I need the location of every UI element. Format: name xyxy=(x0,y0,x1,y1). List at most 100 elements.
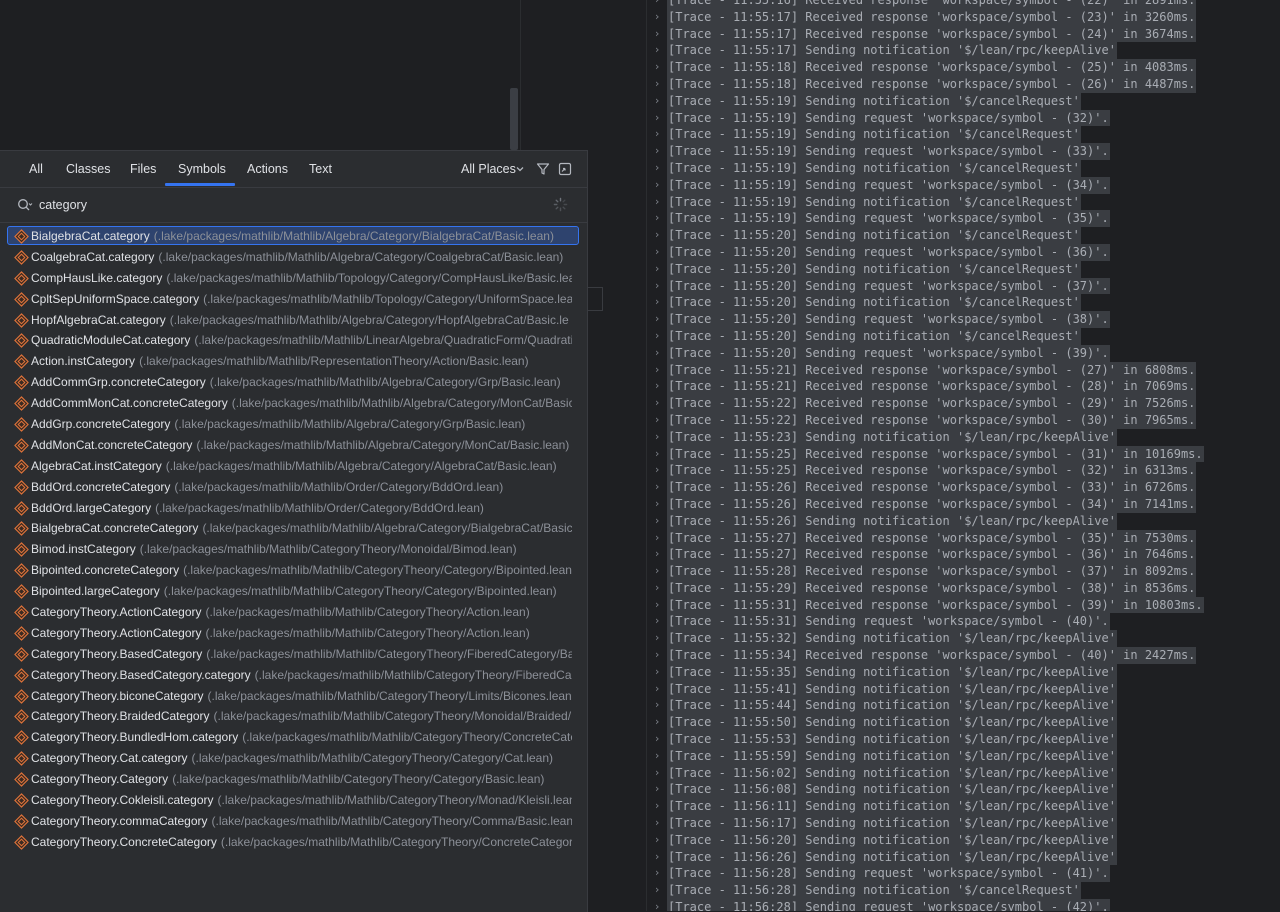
tab-all[interactable]: All xyxy=(29,151,43,187)
result-item[interactable]: CategoryTheory.commaCategory (.lake/packa… xyxy=(0,811,587,832)
result-item[interactable]: BddOrd.largeCategory (.lake/packages/math… xyxy=(0,498,587,519)
chevron-right-icon[interactable]: › xyxy=(647,42,667,59)
log-line[interactable]: ›[Trace - 11:55:16] Received response 'w… xyxy=(647,0,1204,9)
chevron-right-icon[interactable]: › xyxy=(647,832,667,849)
chevron-right-icon[interactable]: › xyxy=(647,328,667,345)
chevron-right-icon[interactable]: › xyxy=(647,110,667,127)
chevron-right-icon[interactable]: › xyxy=(647,731,667,748)
log-line[interactable]: › [Trace - 11:55:27] Received response 'w… xyxy=(647,529,1204,547)
log-line[interactable]: › [Trace - 11:55:25] Received response 'w… xyxy=(647,462,1204,480)
log-line[interactable]: › [Trace - 11:55:17] Received response 'w… xyxy=(647,8,1204,26)
filter-icon[interactable] xyxy=(536,162,550,176)
result-item[interactable]: CompHausLike.category (.lake/packages/mat… xyxy=(0,268,587,289)
log-line[interactable]: › [Trace - 11:55:19] Sending notification… xyxy=(647,159,1204,177)
log-line[interactable]: › [Trace - 11:55:18] Received response 'w… xyxy=(647,59,1204,76)
chevron-right-icon[interactable]: › xyxy=(647,446,667,463)
tab-actions[interactable]: Actions xyxy=(247,151,288,187)
chevron-right-icon[interactable]: › xyxy=(647,26,667,43)
result-item[interactable]: CpltSepUniformSpace.category (.lake/packa… xyxy=(0,289,587,310)
chevron-right-icon[interactable]: › xyxy=(647,412,667,429)
log-line[interactable]: › [Trace - 11:55:20] Sending notification… xyxy=(647,227,1204,244)
chevron-right-icon[interactable]: › xyxy=(647,647,667,664)
chevron-right-icon[interactable]: › xyxy=(647,781,667,798)
editor-scrollbar[interactable] xyxy=(510,88,518,150)
chevron-right-icon[interactable]: › xyxy=(647,798,667,815)
result-item[interactable]: CategoryTheory.Cokleisli.category (.lake/… xyxy=(0,790,587,811)
log-line[interactable]: › [Trace - 11:55:59] Sending notification… xyxy=(647,747,1204,765)
chevron-right-icon[interactable]: › xyxy=(647,630,667,647)
result-item[interactable]: AddCommMonCat.concreteCategory (.lake/pac… xyxy=(0,393,587,414)
log-line[interactable]: › [Trace - 11:55:27] Received response 'w… xyxy=(647,546,1204,564)
log-line[interactable]: › [Trace - 11:55:17] Received response 'w… xyxy=(647,25,1204,43)
log-line[interactable]: › [Trace - 11:55:44] Sending notification… xyxy=(647,697,1204,715)
chevron-right-icon[interactable]: › xyxy=(647,748,667,765)
chevron-right-icon[interactable]: › xyxy=(647,530,667,547)
scope-selector[interactable]: All Places xyxy=(461,151,516,187)
log-line[interactable]: › [Trace - 11:55:18] Received response 'w… xyxy=(647,75,1204,93)
result-item[interactable]: CoalgebraCat.category (.lake/packages/mat… xyxy=(0,247,587,268)
log-line[interactable]: › [Trace - 11:55:17] Sending notification… xyxy=(647,42,1204,60)
result-item[interactable]: CategoryTheory.Category (.lake/packages/m… xyxy=(0,769,587,790)
chevron-right-icon[interactable]: › xyxy=(647,513,667,530)
log-line[interactable]: › [Trace - 11:56:20] Sending notification… xyxy=(647,831,1204,849)
log-line[interactable]: › [Trace - 11:55:20] Sending request 'wor… xyxy=(647,311,1204,328)
chevron-right-icon[interactable]: › xyxy=(647,865,667,882)
chevron-right-icon[interactable]: › xyxy=(647,546,667,563)
chevron-down-icon[interactable] xyxy=(515,164,525,174)
log-line[interactable]: › [Trace - 11:55:31] Received response 'w… xyxy=(647,596,1204,614)
log-line[interactable]: › [Trace - 11:55:26] Received response 'w… xyxy=(647,479,1204,496)
log-line[interactable]: › [Trace - 11:55:19] Sending request 'wor… xyxy=(647,176,1204,194)
log-line[interactable]: › [Trace - 11:55:19] Sending request 'wor… xyxy=(647,109,1204,127)
tab-classes[interactable]: Classes xyxy=(66,151,110,187)
chevron-right-icon[interactable]: › xyxy=(647,882,667,899)
chevron-right-icon[interactable]: › xyxy=(647,429,667,446)
chevron-right-icon[interactable]: › xyxy=(647,345,667,362)
chevron-right-icon[interactable]: › xyxy=(647,395,667,412)
result-item[interactable]: CategoryTheory.Cat.category (.lake/packag… xyxy=(0,748,587,769)
chevron-right-icon[interactable]: › xyxy=(647,143,667,160)
chevron-right-icon[interactable]: › xyxy=(647,9,667,26)
result-item[interactable]: CategoryTheory.BasedCategory (.lake/packa… xyxy=(0,644,587,665)
log-line[interactable]: › [Trace - 11:55:35] Sending notification… xyxy=(647,663,1204,681)
log-line[interactable]: › [Trace - 11:55:23] Sending notification… xyxy=(647,428,1204,446)
chevron-right-icon[interactable]: › xyxy=(647,311,667,328)
log-line[interactable]: › [Trace - 11:55:20] Sending notification… xyxy=(647,327,1204,345)
result-item[interactable]: CategoryTheory.ActionCategory (.lake/pack… xyxy=(0,602,587,623)
result-item[interactable]: CategoryTheory.biconeCategory (.lake/pack… xyxy=(0,686,587,707)
result-item[interactable]: AddMonCat.concreteCategory (.lake/package… xyxy=(0,435,587,456)
log-line[interactable]: › [Trace - 11:55:21] Received response 'w… xyxy=(647,361,1204,379)
search-icon[interactable] xyxy=(17,198,33,212)
log-line[interactable]: › [Trace - 11:56:26] Sending notification… xyxy=(647,848,1204,866)
chevron-right-icon[interactable]: › xyxy=(647,580,667,597)
chevron-right-icon[interactable]: › xyxy=(647,378,667,395)
result-item[interactable]: BialgebraCat.concreteCategory (.lake/pack… xyxy=(0,518,587,539)
chevron-right-icon[interactable]: › xyxy=(647,261,667,278)
search-input[interactable] xyxy=(39,194,519,216)
chevron-right-icon[interactable]: › xyxy=(647,849,667,866)
chevron-right-icon[interactable]: › xyxy=(647,563,667,580)
log-line[interactable]: › [Trace - 11:55:20] Sending notification… xyxy=(647,294,1204,312)
log-line[interactable]: › [Trace - 11:56:28] Sending request 'wor… xyxy=(647,865,1204,883)
log-line[interactable]: › [Trace - 11:55:28] Received response 'w… xyxy=(647,563,1204,580)
tab-files[interactable]: Files xyxy=(130,151,156,187)
result-item[interactable]: CategoryTheory.ActionCategory (.lake/pack… xyxy=(0,623,587,644)
log-line[interactable]: › [Trace - 11:55:19] Sending request 'wor… xyxy=(647,143,1204,160)
log-line[interactable]: › [Trace - 11:55:20] Sending request 'wor… xyxy=(647,344,1204,362)
result-item[interactable]: Bipointed.concreteCategory (.lake/package… xyxy=(0,560,587,581)
chevron-right-icon[interactable]: › xyxy=(647,0,667,9)
chevron-right-icon[interactable]: › xyxy=(647,496,667,513)
log-line[interactable]: › [Trace - 11:55:53] Sending notification… xyxy=(647,731,1204,748)
log-line[interactable]: › [Trace - 11:55:19] Sending notification… xyxy=(647,92,1204,110)
log-line[interactable]: › [Trace - 11:55:25] Received response 'w… xyxy=(647,445,1204,463)
log-line[interactable]: › [Trace - 11:56:08] Sending notification… xyxy=(647,781,1204,799)
log-line[interactable]: › [Trace - 11:55:22] Received response 'w… xyxy=(647,395,1204,412)
log-line[interactable]: › [Trace - 11:55:26] Sending notification… xyxy=(647,512,1204,530)
log-line[interactable]: › [Trace - 11:55:34] Received response 'w… xyxy=(647,647,1204,664)
chevron-right-icon[interactable]: › xyxy=(647,294,667,311)
chevron-right-icon[interactable]: › xyxy=(647,244,667,261)
chevron-right-icon[interactable]: › xyxy=(647,664,667,681)
log-line[interactable]: › [Trace - 11:56:17] Sending notification… xyxy=(647,815,1204,832)
chevron-right-icon[interactable]: › xyxy=(647,160,667,177)
chevron-right-icon[interactable]: › xyxy=(647,681,667,698)
chevron-right-icon[interactable]: › xyxy=(647,714,667,731)
